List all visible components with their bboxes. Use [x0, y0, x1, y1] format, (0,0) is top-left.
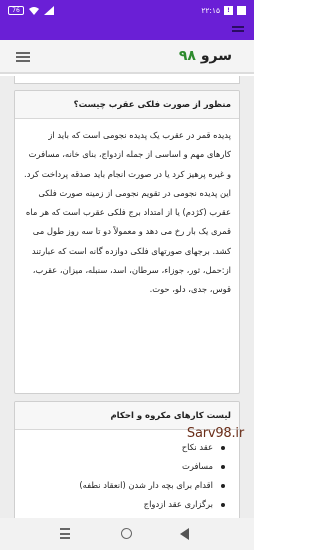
forbidden-list: عقد نکاح مسافرت اقدام برای بچه دار شدن (… — [15, 430, 239, 514]
status-time: ۲۲:۱۵ — [201, 6, 220, 15]
recent-apps-icon[interactable] — [60, 528, 72, 539]
site-header: سرو ۹۸ — [0, 40, 254, 74]
article-card-list: لیست کارهای مکروه و احکام عقد نکاح مسافر… — [14, 401, 240, 518]
notification-icon: ! — [224, 6, 233, 15]
site-logo[interactable]: سرو ۹۸ — [179, 48, 232, 64]
list-item: اقدام برای بچه دار شدن (انعقاد نطفه) — [23, 476, 225, 495]
previous-card-bottom — [14, 76, 240, 84]
list-item: برگزاری عقد ازدواج — [23, 495, 225, 514]
signal-icon — [44, 6, 54, 15]
hamburger-menu-icon[interactable] — [16, 52, 30, 62]
site-watermark: Sarv98.ir — [186, 426, 244, 441]
back-icon[interactable] — [180, 528, 189, 540]
browser-bar — [0, 22, 254, 40]
status-right: ۲۲:۱۵ ! — [201, 6, 246, 15]
browser-menu-icon[interactable] — [232, 26, 244, 36]
logo-number: ۹۸ — [178, 48, 196, 64]
list-item: مسافرت — [23, 457, 225, 476]
wifi-icon — [29, 6, 39, 15]
card-title: منظور از صورت فلکی عقرب چیست؟ — [15, 91, 239, 119]
system-nav-bar — [0, 518, 254, 550]
card-body-text: پدیده قمر در عقرب یک پدیده نجومی است که … — [24, 130, 231, 295]
status-left: 76 — [8, 6, 54, 15]
article-card-scorpio: منظور از صورت فلکی عقرب چیست؟ پدیده قمر … — [14, 90, 240, 394]
logo-text: سرو — [200, 48, 232, 64]
app-notification-icon — [237, 6, 246, 15]
battery-icon: 76 — [8, 6, 24, 15]
home-icon[interactable] — [121, 528, 132, 539]
status-bar: 76 ۲۲:۱۵ ! — [0, 0, 254, 22]
main-content: منظور از صورت فلکی عقرب چیست؟ پدیده قمر … — [0, 76, 254, 518]
